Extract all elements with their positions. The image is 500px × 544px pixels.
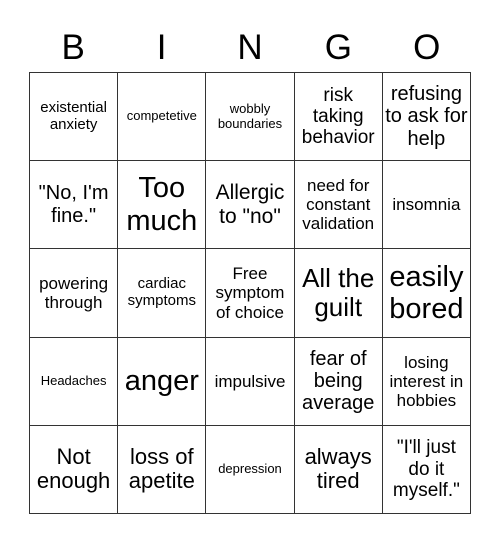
bingo-cell[interactable]: risk taking behavior — [294, 73, 383, 162]
bingo-cell[interactable]: All the guilt — [294, 249, 383, 338]
bingo-cell free-space[interactable]: Free symptom of choice — [206, 249, 295, 338]
bingo-cell[interactable]: refusing to ask for help — [382, 73, 471, 162]
bingo-cell[interactable]: "I'll just do it myself." — [382, 425, 471, 514]
bingo-cell[interactable]: easily bored — [382, 249, 471, 338]
bingo-cell[interactable]: insomnia — [382, 161, 471, 250]
bingo-cell[interactable]: anger — [118, 337, 207, 426]
header-letter-n: N — [237, 28, 263, 67]
bingo-cell[interactable]: "No, I'm fine." — [30, 161, 119, 250]
bingo-cell[interactable]: Headaches — [30, 337, 119, 426]
bingo-cell[interactable]: cardiac symptoms — [118, 249, 207, 338]
header-letter-o: O — [413, 28, 441, 67]
bingo-cell[interactable]: fear of being average — [294, 337, 383, 426]
bingo-cell[interactable]: Too much — [118, 161, 207, 250]
bingo-cell[interactable]: impulsive — [206, 337, 295, 426]
bingo-cell[interactable]: existential anxiety — [30, 73, 119, 162]
bingo-cell[interactable]: always tired — [294, 425, 383, 514]
header-letter-b: B — [61, 28, 85, 67]
bingo-cell[interactable]: loss of apetite — [118, 425, 207, 514]
bingo-cell[interactable]: losing interest in hobbies — [382, 337, 471, 426]
bingo-cell[interactable]: Not enough — [30, 425, 119, 514]
header-letter-g: G — [324, 28, 352, 67]
header-letter-i: I — [156, 28, 167, 67]
bingo-cell[interactable]: competetive — [118, 73, 207, 162]
bingo-cell[interactable]: need for constant validation — [294, 161, 383, 250]
bingo-header: B I N G O — [29, 28, 471, 68]
bingo-cell[interactable]: powering through — [30, 249, 119, 338]
bingo-cell[interactable]: depression — [206, 425, 295, 514]
bingo-cell[interactable]: Allergic to "no" — [206, 161, 295, 250]
bingo-grid: existential anxiety competetive wobbly b… — [29, 72, 471, 514]
bingo-cell[interactable]: wobbly boundaries — [206, 73, 295, 162]
